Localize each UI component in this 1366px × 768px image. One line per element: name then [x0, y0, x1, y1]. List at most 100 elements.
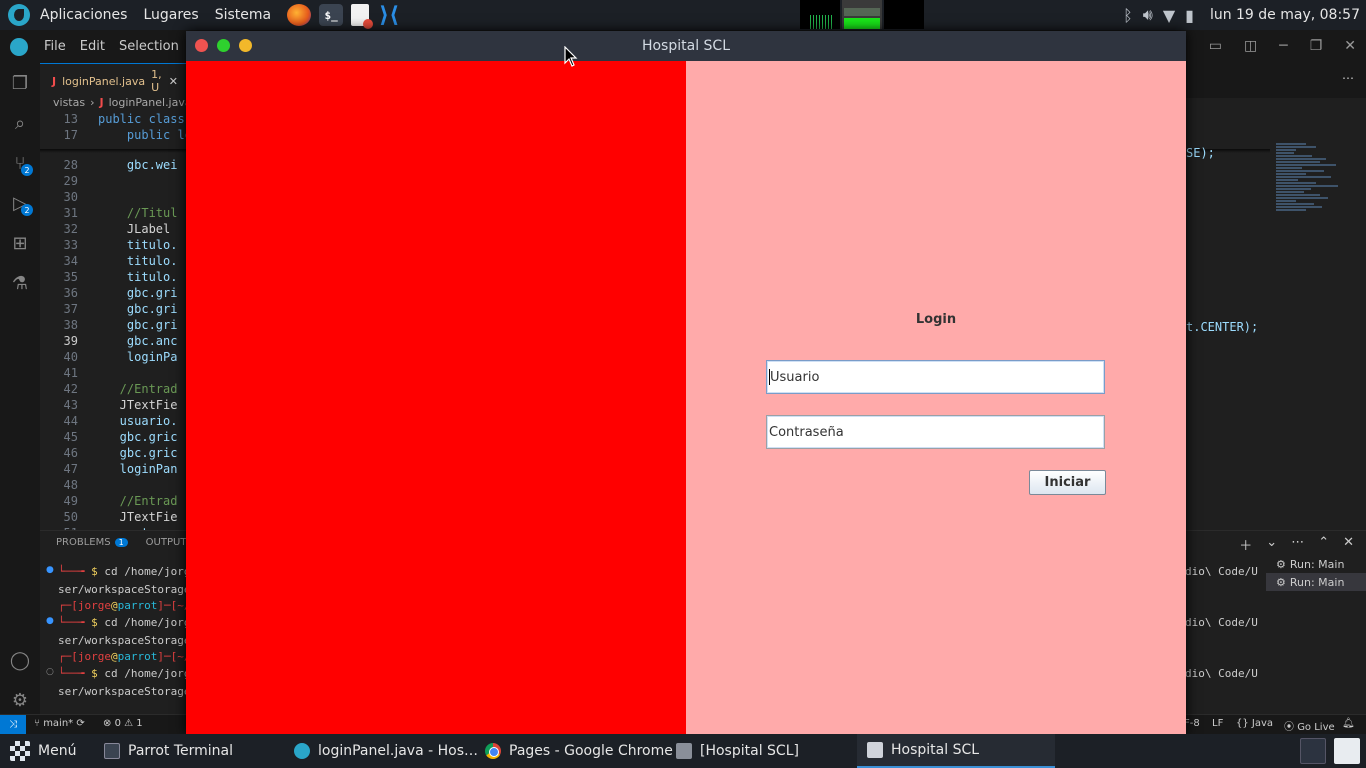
code-line[interactable]: 49 //Entrad — [40, 494, 178, 510]
tab-output[interactable]: OUTPUT — [146, 537, 187, 548]
window-maximize-button[interactable] — [217, 39, 230, 52]
account-icon[interactable]: ◯ — [0, 640, 40, 680]
firefox-icon[interactable] — [287, 4, 312, 26]
wifi-icon[interactable]: ▼ — [1163, 6, 1175, 25]
breadcrumb-folder[interactable]: vistas — [53, 96, 85, 109]
testing-icon[interactable]: ⚗ — [0, 263, 40, 303]
terminal-run-main[interactable]: ⚙ Run: Main — [1266, 573, 1366, 591]
restore-icon[interactable]: ❐ — [1310, 30, 1323, 63]
iniciar-button[interactable]: Iniciar — [1029, 470, 1106, 495]
toggle-panel-icon[interactable]: ▭ — [1209, 30, 1222, 63]
maximize-panel-icon[interactable]: ⌃ — [1318, 535, 1329, 554]
code-line[interactable]: 32 JLabel — [40, 222, 171, 238]
tab-loginpanel[interactable]: J loginPanel.java 1, U ✕ — [40, 63, 186, 98]
code-line[interactable]: 30 — [40, 190, 98, 206]
menu-grid-icon — [10, 741, 30, 761]
usuario-field[interactable]: Usuario — [766, 360, 1105, 394]
source-control-icon[interactable]: ⑂ 2 — [0, 143, 40, 183]
show-desktop-icon[interactable] — [1334, 738, 1360, 764]
language-status[interactable]: {} Java — [1236, 718, 1273, 729]
run-debug-icon[interactable]: ▷ 2 — [0, 183, 40, 223]
minimap[interactable] — [1272, 142, 1360, 442]
code-line[interactable]: 44 usuario. — [40, 414, 178, 430]
more-actions-icon[interactable]: ⋯ — [1342, 71, 1354, 85]
code-line[interactable]: 37 gbc.gri — [40, 302, 178, 318]
taskbar-vscode[interactable]: loginPanel.java - Hos… — [294, 734, 478, 768]
close-panel-icon[interactable]: ✕ — [1343, 535, 1354, 554]
password-field[interactable]: Contraseña — [766, 415, 1105, 449]
code-line[interactable]: 31 //Titul — [40, 206, 178, 222]
code-line[interactable]: 35 titulo. — [40, 270, 178, 286]
code-line[interactable]: 39 gbc.anc — [40, 334, 178, 350]
code-line[interactable]: 40 loginPa — [40, 350, 178, 366]
volume-icon[interactable]: 🔊︎ — [1143, 5, 1153, 25]
tab-problems[interactable]: PROBLEMS 1 — [56, 537, 128, 548]
code-line[interactable]: 34 titulo. — [40, 254, 178, 270]
close-icon[interactable]: ✕ — [1344, 30, 1356, 63]
menu-sistema[interactable]: Sistema — [207, 7, 279, 23]
text-editor-icon[interactable] — [351, 4, 374, 29]
extensions-icon[interactable]: ⊞ — [0, 223, 40, 263]
tab-close-icon[interactable]: ✕ — [169, 75, 178, 88]
minimize-icon[interactable]: ─ — [1279, 30, 1287, 63]
command-status-icon[interactable]: ● — [46, 565, 54, 575]
search-icon[interactable]: ⌕ — [0, 103, 40, 143]
code-line[interactable]: 46 gbc.gric — [40, 446, 178, 462]
explorer-icon[interactable]: ❐ — [0, 63, 40, 103]
vscode-icon[interactable]: ⟩⟨ — [377, 3, 401, 28]
breadcrumb: vistas › J loginPanel.java — [53, 96, 192, 109]
code-line[interactable]: 41 — [40, 366, 98, 382]
bluetooth-icon[interactable]: ᛒ — [1123, 6, 1133, 25]
code-line[interactable]: 29 — [40, 174, 98, 190]
window-minimize-button[interactable] — [239, 39, 252, 52]
start-menu-button[interactable]: Menú — [10, 734, 76, 768]
code-line[interactable]: 45 gbc.gric — [40, 430, 178, 446]
command-status-icon[interactable]: ○ — [46, 667, 54, 677]
line-number: 50 — [63, 510, 78, 524]
problems-status[interactable]: ⊗ 0 ⚠ 1 — [103, 718, 143, 729]
workspace-switcher-icon[interactable] — [1300, 738, 1326, 764]
window-titlebar[interactable]: Hospital SCL — [186, 31, 1186, 61]
menu-edit[interactable]: Edit — [73, 39, 112, 54]
taskbar-parrot-terminal[interactable]: Parrot Terminal — [104, 734, 233, 768]
terminal-icon[interactable]: $_ — [319, 4, 344, 26]
code-line[interactable]: 17 public lo — [40, 128, 192, 144]
new-terminal-icon[interactable]: ＋ — [1239, 535, 1252, 554]
parrot-logo-icon[interactable] — [8, 4, 30, 26]
code-line[interactable]: 13 public class — [40, 112, 185, 128]
code-line[interactable]: 28 gbc.wei — [40, 158, 178, 174]
menu-selection[interactable]: Selection — [112, 39, 186, 54]
menu-file[interactable]: File — [37, 39, 73, 54]
chevron-down-icon[interactable]: ⌄ — [1266, 535, 1277, 554]
menu-lugares[interactable]: Lugares — [135, 7, 206, 23]
terminal-run-main[interactable]: ⚙ Run: Main — [1266, 555, 1366, 573]
code-line[interactable]: 48 — [40, 478, 98, 494]
code-line[interactable]: 47 loginPan — [40, 462, 178, 478]
menu-aplicaciones[interactable]: Aplicaciones — [32, 7, 135, 23]
more-icon[interactable]: ⋯ — [1291, 535, 1304, 554]
line-number: 33 — [63, 238, 78, 252]
code-line[interactable]: 50 JTextFie — [40, 510, 178, 526]
taskbar-hospital-scl-bracketed[interactable]: [Hospital SCL] — [676, 734, 799, 768]
code-line[interactable]: 38 gbc.gri — [40, 318, 178, 334]
minimap-line — [1276, 164, 1336, 166]
code-line[interactable]: 43 JTextFie — [40, 398, 178, 414]
code-line[interactable]: 33 titulo. — [40, 238, 178, 254]
golive-status[interactable]: ⦿ Go Live — [1284, 718, 1335, 733]
taskbar-chrome[interactable]: Pages - Google Chrome — [485, 734, 673, 768]
encoding-status[interactable]: F-8 — [1184, 718, 1200, 729]
eol-status[interactable]: LF — [1212, 718, 1223, 729]
breadcrumb-file[interactable]: loginPanel.java — [109, 96, 192, 109]
battery-icon[interactable]: ▮ — [1185, 6, 1194, 25]
toggle-sidebar-icon[interactable]: ◫ — [1244, 30, 1257, 63]
window-close-button[interactable] — [195, 39, 208, 52]
line-number: 13 — [63, 112, 78, 126]
clock[interactable]: lun 19 de may, 08:57 — [1210, 7, 1360, 23]
code-line[interactable]: 36 gbc.gri — [40, 286, 178, 302]
code-line[interactable]: 42 //Entrad — [40, 382, 178, 398]
notifications-bell-icon[interactable]: 🔔︎ — [1342, 718, 1355, 729]
branch-status[interactable]: ⑂ main* ⟳ — [34, 718, 85, 729]
command-status-icon[interactable]: ● — [46, 616, 54, 626]
taskbar-hospital-scl[interactable]: Hospital SCL — [857, 734, 1055, 768]
remote-icon[interactable]: ⤨ — [0, 715, 26, 734]
